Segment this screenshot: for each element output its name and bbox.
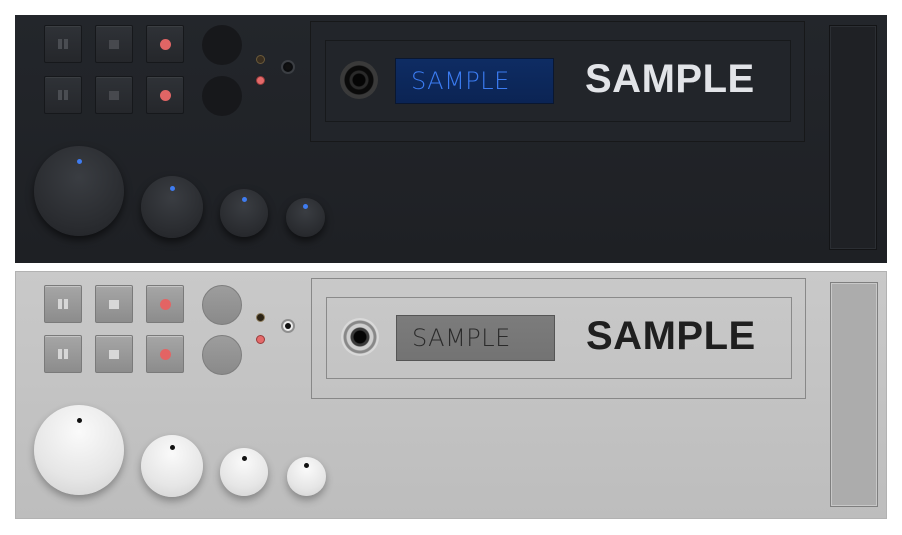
pause-icon (58, 90, 68, 100)
stop-button[interactable] (95, 285, 133, 323)
stop-button-2[interactable] (95, 76, 133, 114)
knob-indicator (76, 418, 82, 423)
stop-icon (109, 39, 119, 49)
stop-button-2[interactable] (95, 335, 133, 373)
knob-small[interactable] (220, 189, 268, 237)
round-pad-bottom[interactable] (202, 76, 242, 116)
pause-button[interactable] (44, 285, 82, 323)
record-icon (159, 348, 171, 360)
dark-device-panel: SAMPLE SAMPLE (15, 15, 887, 263)
mini-jack-socket[interactable] (281, 60, 295, 74)
input-jack[interactable] (340, 61, 378, 99)
mini-jack-socket[interactable] (281, 319, 295, 333)
pause-icon (58, 299, 68, 309)
record-icon (159, 89, 171, 101)
round-pad-top[interactable] (202, 25, 242, 65)
knob-medium[interactable] (141, 176, 203, 238)
status-led-off (256, 313, 265, 322)
side-slot (829, 25, 877, 250)
pause-icon (58, 349, 68, 359)
pause-button-2[interactable] (44, 76, 82, 114)
status-led-red (256, 335, 265, 344)
knob-indicator (241, 197, 247, 202)
knob-small[interactable] (220, 448, 268, 496)
knob-indicator (304, 463, 309, 468)
record-button[interactable] (146, 25, 184, 63)
record-button[interactable] (146, 285, 184, 323)
pause-icon (58, 39, 68, 49)
round-pad-top[interactable] (202, 285, 242, 325)
side-slot (830, 282, 878, 507)
knob-tiny[interactable] (286, 198, 325, 237)
knob-tiny[interactable] (287, 457, 326, 496)
knob-indicator (169, 186, 175, 191)
lcd-display: SAMPLE (396, 315, 555, 361)
light-device-panel: SAMPLE SAMPLE (15, 271, 887, 519)
stop-icon (109, 349, 119, 359)
knob-indicator (241, 456, 247, 461)
pause-button[interactable] (44, 25, 82, 63)
record-button-2[interactable] (146, 335, 184, 373)
stop-icon (109, 90, 119, 100)
knob-indicator (169, 445, 175, 450)
round-pad-bottom[interactable] (202, 335, 242, 375)
stop-icon (109, 299, 119, 309)
record-button-2[interactable] (146, 76, 184, 114)
status-led-red (256, 76, 265, 85)
knob-indicator (303, 204, 308, 209)
knob-large[interactable] (34, 146, 124, 236)
lcd-display: SAMPLE (395, 58, 554, 104)
knob-large[interactable] (34, 405, 124, 495)
knob-medium[interactable] (141, 435, 203, 497)
device-label: SAMPLE (585, 57, 755, 101)
input-jack[interactable] (341, 318, 379, 356)
status-led-off (256, 55, 265, 64)
device-label: SAMPLE (586, 314, 756, 358)
record-icon (159, 38, 171, 50)
pause-button-2[interactable] (44, 335, 82, 373)
knob-indicator (76, 159, 82, 164)
stop-button[interactable] (95, 25, 133, 63)
record-icon (159, 298, 171, 310)
